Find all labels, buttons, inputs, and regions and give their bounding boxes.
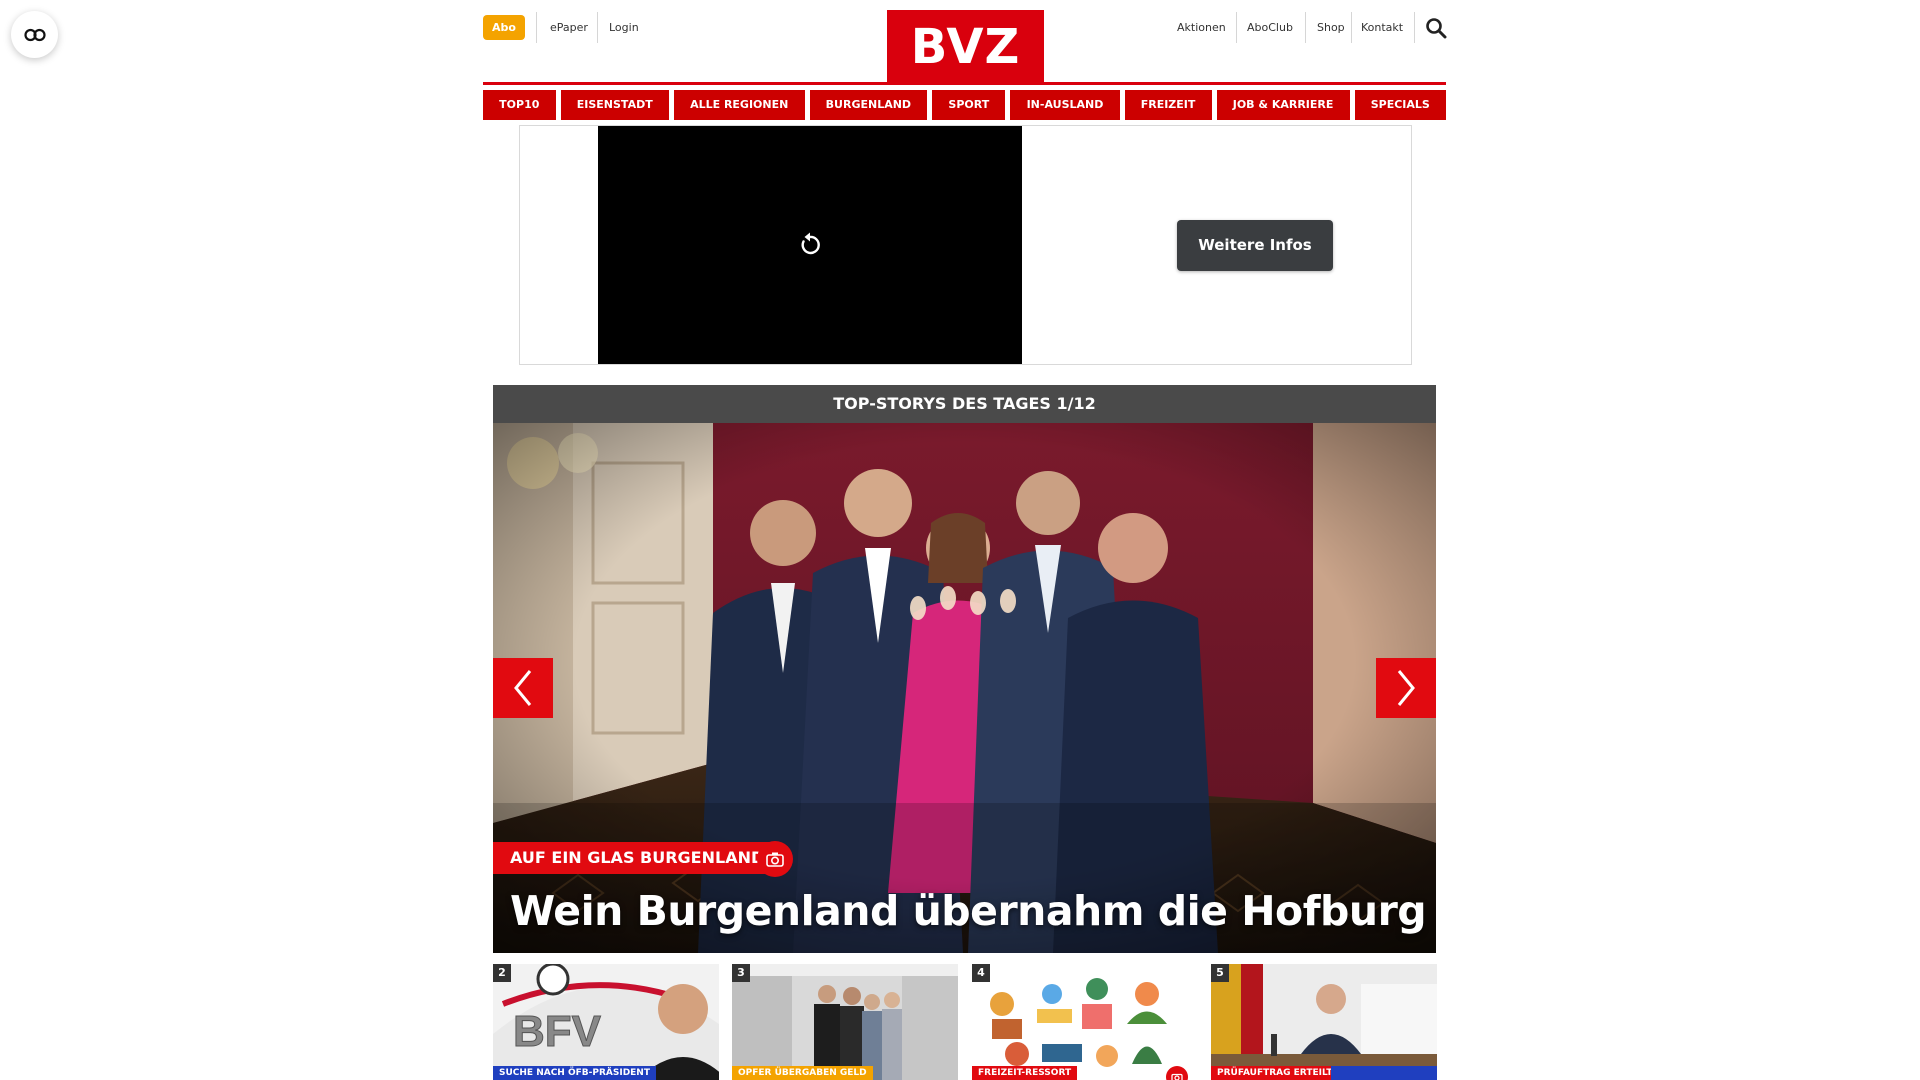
thumb-bfv-text: BFV: [513, 1007, 602, 1056]
reader-mode-button[interactable]: [11, 11, 58, 58]
story-thumb[interactable]: 3 OPFER ÜBERGABEN GELD: [732, 964, 958, 1080]
story-thumb[interactable]: 5 PRÜFAUFTRAG ERTEILT: [1211, 964, 1437, 1080]
thumb-number: 3: [732, 964, 750, 982]
divider: [1351, 12, 1352, 43]
top-stories-thumbnails: BFV 2 SUCHE NACH ÖFB-PRÄSIDENT 3 OPFER Ü…: [493, 964, 1437, 1080]
thumb-image: [972, 964, 1198, 1080]
chevron-right-icon: [1397, 670, 1415, 706]
nav-item-alle-regionen[interactable]: ALLE REGIONEN: [673, 90, 805, 120]
nav-item-freizeit[interactable]: FREIZEIT: [1124, 90, 1212, 120]
abo-button[interactable]: Abo: [483, 15, 525, 40]
site-header: Abo ePaper Login BVZ Aktionen AboClub Sh…: [483, 0, 1447, 84]
aktionen-link[interactable]: Aktionen: [1177, 15, 1226, 40]
nav-item-eisenstadt[interactable]: EISENSTADT: [560, 90, 669, 120]
hero-kicker: AUF EIN GLAS BURGENLAND: [493, 842, 775, 874]
thumb-tag: PRÜFAUFTRAG ERTEILT: [1211, 1066, 1339, 1080]
epaper-link[interactable]: ePaper: [550, 15, 588, 40]
thumb-number: 5: [1211, 964, 1229, 982]
hero-headline[interactable]: Wein Burgenland übernahm die Hofburg: [510, 885, 1427, 937]
thumb-image: BFV: [493, 964, 719, 1080]
gallery-badge: [757, 841, 793, 877]
search-icon[interactable]: [1425, 17, 1447, 39]
reader-mode-icon: [23, 28, 46, 41]
nav-item-burgenland[interactable]: BURGENLAND: [809, 90, 928, 120]
story-thumb[interactable]: BFV 2 SUCHE NACH ÖFB-PRÄSIDENT: [493, 964, 719, 1080]
thumb-number: 2: [493, 964, 511, 982]
top-stories-heading: TOP-STORYS DES TAGES 1/12: [493, 385, 1436, 423]
top-story-hero[interactable]: AUF EIN GLAS BURGENLAND Wein Burgenland …: [493, 423, 1436, 953]
nav-item-sport[interactable]: SPORT: [932, 90, 1006, 120]
carousel-next-button[interactable]: [1376, 658, 1436, 718]
story-thumb[interactable]: 4 FREIZEIT-RESSORT: [972, 964, 1198, 1080]
carousel-prev-button[interactable]: [493, 658, 553, 718]
advertisement: Weitere Infos: [519, 125, 1412, 365]
shop-link[interactable]: Shop: [1317, 15, 1345, 40]
main-nav: TOP10 EISENSTADT ALLE REGIONEN BURGENLAN…: [483, 90, 1447, 120]
thumb-tag: FREIZEIT-RESSORT: [972, 1066, 1078, 1080]
thumb-tag-stripe: [1331, 1066, 1437, 1080]
thumb-image: [1211, 964, 1437, 1080]
divider: [1236, 12, 1237, 43]
camera-icon: [766, 852, 784, 867]
site-logo[interactable]: BVZ: [887, 10, 1044, 84]
divider: [597, 12, 598, 43]
thumb-image: [732, 964, 958, 1080]
nav-item-top10[interactable]: TOP10: [483, 90, 556, 120]
ad-more-info-button[interactable]: Weitere Infos: [1177, 220, 1333, 271]
ad-video-player[interactable]: [598, 126, 1022, 364]
divider: [536, 12, 537, 43]
header-divider: [483, 82, 1446, 85]
nav-item-specials[interactable]: SPECIALS: [1354, 90, 1447, 120]
divider: [1305, 12, 1306, 43]
thumb-number: 4: [972, 964, 990, 982]
login-link[interactable]: Login: [609, 15, 639, 40]
divider: [1414, 12, 1415, 43]
nav-item-job-karriere[interactable]: JOB & KARRIERE: [1216, 90, 1350, 120]
camera-icon: [1171, 1073, 1183, 1080]
nav-item-in-ausland[interactable]: IN-AUSLAND: [1010, 90, 1120, 120]
chevron-left-icon: [514, 670, 532, 706]
page-wrapper: Abo ePaper Login BVZ Aktionen AboClub Sh…: [483, 0, 1447, 1080]
kontakt-link[interactable]: Kontakt: [1361, 15, 1403, 40]
thumb-tag: OPFER ÜBERGABEN GELD: [732, 1066, 873, 1080]
aboclub-link[interactable]: AboClub: [1247, 15, 1293, 40]
thumb-tag: SUCHE NACH ÖFB-PRÄSIDENT: [493, 1066, 656, 1080]
replay-icon[interactable]: [795, 230, 825, 260]
